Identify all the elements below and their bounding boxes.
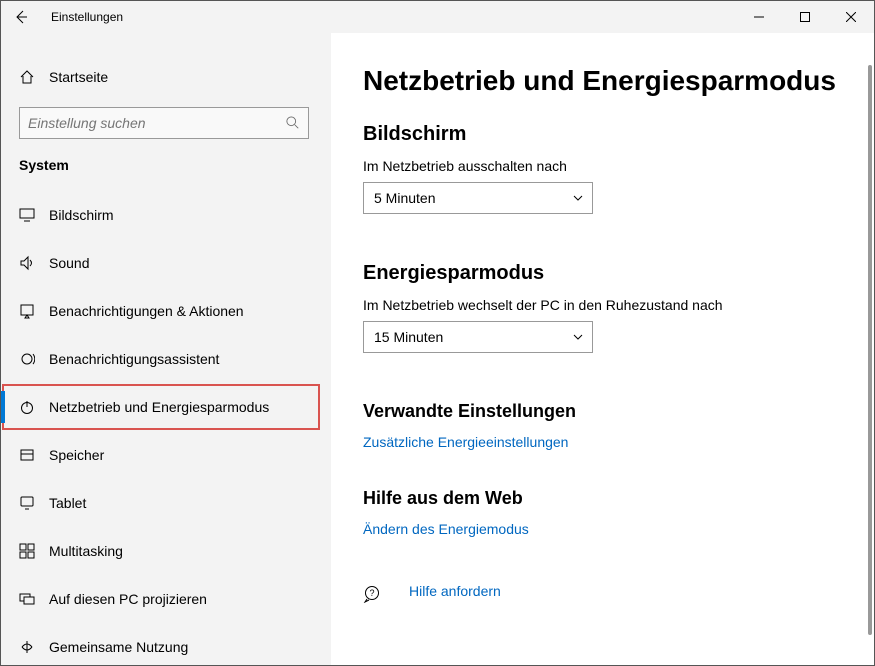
sidebar-item-focus[interactable]: Benachrichtigungsassistent — [1, 335, 331, 383]
sidebar-item-label: Gemeinsame Nutzung — [49, 639, 188, 655]
sleep-label: Im Netzbetrieb wechselt der PC in den Ru… — [363, 297, 842, 313]
sidebar-item-storage[interactable]: Speicher — [1, 431, 331, 479]
sleep-select[interactable]: 15 Minuten — [363, 321, 593, 353]
screen-off-value: 5 Minuten — [374, 190, 435, 206]
share-icon — [19, 639, 49, 655]
sidebar-item-power[interactable]: Netzbetrieb und Energiesparmodus — [1, 383, 321, 431]
sidebar-item-label: Bildschirm — [49, 207, 114, 223]
screen-off-label: Im Netzbetrieb ausschalten nach — [363, 158, 842, 174]
titlebar: Einstellungen — [1, 1, 874, 33]
get-help-link[interactable]: Hilfe anfordern — [409, 583, 501, 599]
home-icon — [19, 69, 49, 85]
minimize-button[interactable] — [736, 1, 782, 33]
sidebar-item-multitask[interactable]: Multitasking — [1, 527, 331, 575]
content: Netzbetrieb und Energiesparmodus Bildsch… — [331, 33, 874, 665]
sidebar-item-label: Benachrichtigungen & Aktionen — [49, 303, 244, 319]
search-input[interactable] — [28, 115, 286, 131]
maximize-button[interactable] — [782, 1, 828, 33]
sidebar-item-label: Multitasking — [49, 543, 123, 559]
sidebar-item-label: Tablet — [49, 495, 86, 511]
chevron-down-icon — [572, 331, 584, 343]
change-energymode-link[interactable]: Ändern des Energiemodus — [363, 521, 842, 537]
sidebar-item-project[interactable]: Auf diesen PC projizieren — [1, 575, 331, 623]
search-box[interactable] — [19, 107, 309, 139]
sidebar-item-label: Benachrichtigungsassistent — [49, 351, 219, 367]
sidebar-item-label: Sound — [49, 255, 89, 271]
home-label: Startseite — [49, 69, 108, 85]
sidebar-item-share[interactable]: Gemeinsame Nutzung — [1, 623, 331, 665]
sidebar-item-label: Netzbetrieb und Energiesparmodus — [49, 399, 269, 415]
focus-icon — [19, 351, 49, 367]
close-button[interactable] — [828, 1, 874, 33]
scrollbar[interactable] — [868, 65, 872, 635]
notifications-icon — [19, 303, 49, 319]
tablet-icon — [19, 495, 49, 511]
section-screen-heading: Bildschirm — [363, 123, 842, 146]
sidebar-item-tablet[interactable]: Tablet — [1, 479, 331, 527]
page-title: Netzbetrieb und Energiesparmodus — [363, 65, 842, 97]
minimize-icon — [754, 12, 764, 22]
sidebar-item-sound[interactable]: Sound — [1, 239, 331, 287]
home-link[interactable]: Startseite — [19, 57, 331, 97]
screen-off-select[interactable]: 5 Minuten — [363, 182, 593, 214]
window-title: Einstellungen — [41, 10, 736, 24]
sleep-value: 15 Minuten — [374, 329, 443, 345]
arrow-left-icon — [13, 9, 29, 25]
multitask-icon — [19, 543, 49, 559]
additional-power-link[interactable]: Zusätzliche Energieeinstellungen — [363, 434, 842, 450]
maximize-icon — [800, 12, 810, 22]
chevron-down-icon — [572, 192, 584, 204]
window-controls — [736, 1, 874, 33]
sound-icon — [19, 255, 49, 271]
help-icon: ? — [363, 585, 381, 603]
close-icon — [846, 12, 856, 22]
project-icon — [19, 591, 49, 607]
sidebar-item-label: Speicher — [49, 447, 104, 463]
back-button[interactable] — [1, 1, 41, 33]
section-sleep-heading: Energiesparmodus — [363, 262, 842, 285]
svg-text:?: ? — [369, 588, 374, 598]
storage-icon — [19, 447, 49, 463]
sidebar-item-notifications[interactable]: Benachrichtigungen & Aktionen — [1, 287, 331, 335]
sidebar: Startseite System Bildschirm Sound Benachr… — [1, 33, 331, 665]
sidebar-item-display[interactable]: Bildschirm — [1, 191, 331, 239]
sidebar-section-title: System — [19, 157, 331, 173]
section-webhelp-heading: Hilfe aus dem Web — [363, 488, 842, 509]
sidebar-item-label: Auf diesen PC projizieren — [49, 591, 207, 607]
power-icon — [19, 399, 49, 415]
display-icon — [19, 207, 49, 223]
section-related-heading: Verwandte Einstellungen — [363, 401, 842, 422]
search-icon — [286, 116, 300, 130]
get-help-row[interactable]: ? Hilfe anfordern — [363, 581, 842, 607]
